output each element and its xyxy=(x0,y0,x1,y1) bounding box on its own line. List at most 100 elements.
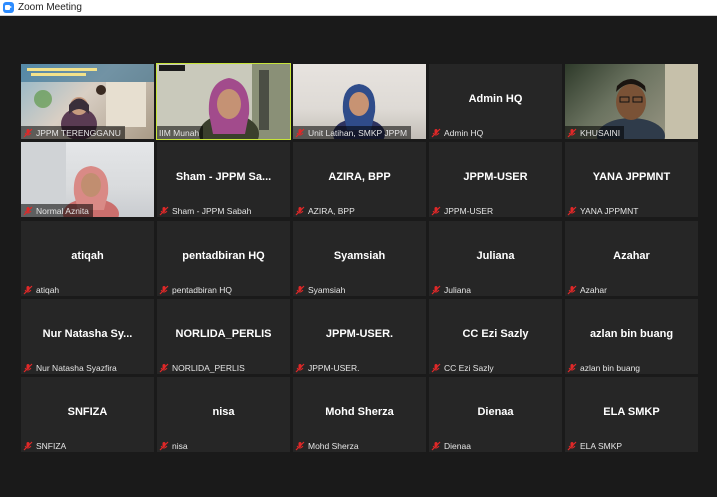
mic-muted-icon xyxy=(23,206,33,215)
participant-tile[interactable]: JPPM-USER JPPM-USER xyxy=(429,142,562,217)
mic-muted-icon xyxy=(159,441,169,450)
participant-tile[interactable]: ELA SMKP ELA SMKP xyxy=(565,377,698,452)
participant-name: nisa xyxy=(172,440,188,451)
participant-tile[interactable]: JPPM-USER. JPPM-USER. xyxy=(293,299,426,374)
mic-muted-icon xyxy=(567,285,577,294)
participant-tile[interactable]: Normal Aznita xyxy=(21,142,154,217)
participant-name: YANA JPPMNT xyxy=(580,205,639,216)
participant-nameplate: azlan bin buang xyxy=(565,361,644,374)
participant-nameplate: SNFIZA xyxy=(21,439,70,452)
participant-nameplate: Mohd Sherza xyxy=(293,439,363,452)
participant-tile[interactable]: CC Ezi Sazly CC Ezi Sazly xyxy=(429,299,562,374)
participant-name: JPPM-USER. xyxy=(308,362,360,373)
participant-display-name: YANA JPPMNT xyxy=(592,171,671,183)
mic-muted-icon xyxy=(295,363,305,372)
participant-nameplate: Admin HQ xyxy=(429,126,487,139)
participant-nameplate: CC Ezi Sazly xyxy=(429,361,498,374)
participant-tile[interactable]: Azahar Azahar xyxy=(565,221,698,296)
mic-muted-icon xyxy=(159,363,169,372)
participant-display-name: nisa xyxy=(212,406,235,418)
participant-tile[interactable]: YANA JPPMNT YANA JPPMNT xyxy=(565,142,698,217)
mic-muted-icon xyxy=(295,128,305,137)
mic-muted-icon xyxy=(23,128,33,137)
gallery-view: JPPM TERENGGANU IIM Munah Unit Latihan, … xyxy=(0,16,717,497)
participant-nameplate: JPPM-USER. xyxy=(293,361,363,374)
participant-tile[interactable]: AZIRA, BPP AZIRA, BPP xyxy=(293,142,426,217)
participant-nameplate: atiqah xyxy=(21,283,63,296)
participant-nameplate: Dienaa xyxy=(429,439,475,452)
participant-display-name: ELA SMKP xyxy=(603,406,660,418)
participant-name: NORLIDA_PERLIS xyxy=(172,362,245,373)
participant-name: Normal Aznita xyxy=(36,205,89,216)
participant-tile[interactable]: Sham - JPPM Sa... Sham - JPPM Sabah xyxy=(157,142,290,217)
participant-nameplate: AZIRA, BPP xyxy=(293,204,359,217)
mic-muted-icon xyxy=(567,206,577,215)
participant-tile[interactable]: nisa nisa xyxy=(157,377,290,452)
participant-name: pentadbiran HQ xyxy=(172,284,233,295)
participant-name: Mohd Sherza xyxy=(308,440,359,451)
participant-name: AZIRA, BPP xyxy=(308,205,355,216)
participant-display-name: AZIRA, BPP xyxy=(328,171,391,183)
participant-tile[interactable]: Nur Natasha Sy... Nur Natasha Syazfira xyxy=(21,299,154,374)
participant-nameplate: NORLIDA_PERLIS xyxy=(157,361,249,374)
mic-muted-icon xyxy=(23,441,33,450)
participant-name: Syamsiah xyxy=(308,284,346,295)
mic-muted-icon xyxy=(431,128,441,137)
participant-tile[interactable]: NORLIDA_PERLIS NORLIDA_PERLIS xyxy=(157,299,290,374)
participant-tile[interactable]: Syamsiah Syamsiah xyxy=(293,221,426,296)
participant-display-name: Mohd Sherza xyxy=(325,406,394,418)
participant-display-name: azlan bin buang xyxy=(589,328,674,340)
participant-tile[interactable]: KHUSAINI xyxy=(565,64,698,139)
mic-muted-icon xyxy=(567,441,577,450)
participant-name: Azahar xyxy=(580,284,607,295)
participant-tile[interactable]: Dienaa Dienaa xyxy=(429,377,562,452)
zoom-app-icon xyxy=(3,2,14,13)
participant-name: Admin HQ xyxy=(444,127,484,138)
participant-display-name: Nur Natasha Sy... xyxy=(42,328,133,340)
participant-display-name: Admin HQ xyxy=(468,93,523,105)
mic-muted-icon xyxy=(23,363,33,372)
participant-nameplate: JPPM TERENGGANU xyxy=(21,126,125,139)
participant-name: SNFIZA xyxy=(36,440,67,451)
mic-muted-icon xyxy=(431,285,441,294)
participant-display-name: JPPM-USER xyxy=(463,171,528,183)
participant-tile[interactable]: azlan bin buang azlan bin buang xyxy=(565,299,698,374)
participant-display-name: SNFIZA xyxy=(67,406,108,418)
participant-display-name: JPPM-USER. xyxy=(325,328,394,340)
participant-name: azlan bin buang xyxy=(580,362,641,373)
participant-tile-active-speaker[interactable]: IIM Munah xyxy=(156,63,291,140)
participant-tile[interactable]: Admin HQ Admin HQ xyxy=(429,64,562,139)
participant-name: Nur Natasha Syazfira xyxy=(36,362,117,373)
participant-nameplate: Syamsiah xyxy=(293,283,349,296)
participant-tile[interactable]: Mohd Sherza Mohd Sherza xyxy=(293,377,426,452)
participant-nameplate: JPPM-USER xyxy=(429,204,497,217)
participant-nameplate: Juliana xyxy=(429,283,475,296)
participant-name: Unit Latihan, SMKP JPPM xyxy=(308,127,408,138)
mic-muted-icon xyxy=(431,363,441,372)
participant-nameplate: pentadbiran HQ xyxy=(157,283,236,296)
participant-tile[interactable]: JPPM TERENGGANU xyxy=(21,64,154,139)
participant-tile[interactable]: SNFIZA SNFIZA xyxy=(21,377,154,452)
mic-muted-icon xyxy=(159,285,169,294)
mic-muted-icon xyxy=(431,441,441,450)
participant-name: IIM Munah xyxy=(159,127,200,138)
participant-tile[interactable]: Juliana Juliana xyxy=(429,221,562,296)
participant-tile[interactable]: Unit Latihan, SMKP JPPM xyxy=(293,64,426,139)
participant-display-name: Juliana xyxy=(476,250,515,262)
participant-tile[interactable]: atiqah atiqah xyxy=(21,221,154,296)
participant-display-name: Dienaa xyxy=(477,406,514,418)
participant-tile[interactable]: pentadbiran HQ pentadbiran HQ xyxy=(157,221,290,296)
mic-muted-icon xyxy=(295,441,305,450)
participant-nameplate: nisa xyxy=(157,439,192,452)
participant-name: Dienaa xyxy=(444,440,471,451)
mic-muted-icon xyxy=(567,363,577,372)
participant-display-name: pentadbiran HQ xyxy=(182,250,265,262)
participant-nameplate: Normal Aznita xyxy=(21,204,93,217)
participant-name: ELA SMKP xyxy=(580,440,623,451)
participant-display-name: Sham - JPPM Sa... xyxy=(175,171,272,183)
mic-muted-icon xyxy=(567,128,577,137)
participant-display-name: Azahar xyxy=(613,250,650,262)
participant-name: KHUSAINI xyxy=(580,127,621,138)
participant-nameplate: IIM Munah xyxy=(157,126,204,139)
participant-display-name: atiqah xyxy=(71,250,104,262)
